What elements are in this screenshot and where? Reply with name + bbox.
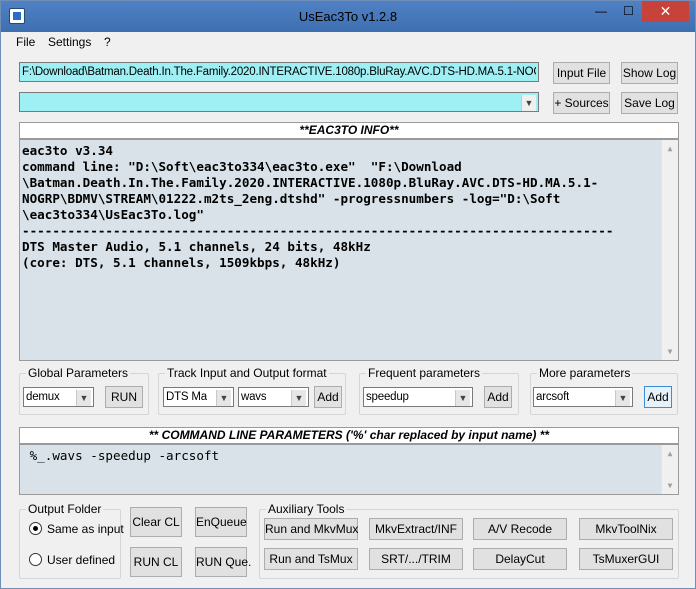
sources-field[interactable]: ▼ <box>19 92 539 112</box>
user-defined-label: User defined <box>47 553 116 567</box>
frequent-parameters-label: Frequent parameters <box>366 366 483 380</box>
info-output-text: eac3to v3.34 command line: "D:\Soft\eac3… <box>22 143 614 270</box>
global-parameters-value: demux <box>26 391 60 403</box>
user-defined-option[interactable]: User defined <box>29 552 119 568</box>
mkvtoolnix-button[interactable]: MkvToolNix <box>579 518 673 540</box>
user-defined-radio[interactable] <box>29 553 42 566</box>
add-sources-button[interactable]: + Sources <box>553 92 610 114</box>
scroll-up-icon[interactable]: ▲ <box>662 445 678 462</box>
menu-file[interactable]: File <box>16 35 35 49</box>
same-as-input-label: Same as input <box>47 522 124 536</box>
run-cl-button[interactable]: RUN CL <box>130 547 182 577</box>
menu-bar: File Settings ? <box>1 32 695 52</box>
more-parameters-value: arcsoft <box>536 391 570 403</box>
chevron-down-icon: ▼ <box>455 390 470 406</box>
maximize-button[interactable]: ☐ <box>615 1 642 22</box>
frequent-add-button[interactable]: Add <box>484 386 512 408</box>
input-file-field[interactable]: F:\Download\Batman.Death.In.The.Family.2… <box>19 62 539 82</box>
track-output-select[interactable]: wavs ▼ <box>238 387 309 407</box>
clear-cl-button[interactable]: Clear CL <box>130 507 182 537</box>
menu-help[interactable]: ? <box>104 35 111 49</box>
run-queue-button[interactable]: RUN Que. <box>195 547 251 577</box>
main-window: UsEac3To v1.2.8 — ☐ ✕ File Settings ? F:… <box>0 0 696 589</box>
track-io-label: Track Input and Output format <box>165 366 329 380</box>
info-panel-title: **EAC3TO INFO** <box>19 122 679 139</box>
more-add-button[interactable]: Add <box>644 386 672 408</box>
more-parameters-label: More parameters <box>537 366 633 380</box>
track-output-value: wavs <box>241 391 267 403</box>
show-log-button[interactable]: Show Log <box>621 62 678 84</box>
auxiliary-tools-label: Auxiliary Tools <box>266 502 347 516</box>
output-folder-label: Output Folder <box>26 502 104 516</box>
run-button[interactable]: RUN <box>105 386 143 408</box>
global-parameters-label: Global Parameters <box>26 366 131 380</box>
mkvextract-inf-button[interactable]: MkvExtract/INF <box>369 518 463 540</box>
chevron-down-icon: ▼ <box>291 390 306 406</box>
info-output-area[interactable]: eac3to v3.34 command line: "D:\Soft\eac3… <box>19 139 679 361</box>
tsmuxergui-button[interactable]: TsMuxerGUI <box>579 548 673 570</box>
global-parameters-select[interactable]: demux ▼ <box>23 387 94 407</box>
scroll-up-icon[interactable]: ▲ <box>662 140 678 157</box>
srt-trim-button[interactable]: SRT/.../TRIM <box>369 548 463 570</box>
cmdline-text: %_.wavs -speedup -arcsoft <box>22 448 220 463</box>
more-parameters-select[interactable]: arcsoft ▼ <box>533 387 633 407</box>
input-file-button[interactable]: Input File <box>553 62 610 84</box>
chevron-down-icon[interactable]: ▼ <box>521 95 536 111</box>
delaycut-button[interactable]: DelayCut <box>473 548 567 570</box>
close-button[interactable]: ✕ <box>642 1 689 22</box>
same-as-input-radio[interactable] <box>29 522 42 535</box>
track-add-button[interactable]: Add <box>314 386 342 408</box>
scroll-down-icon[interactable]: ▼ <box>662 343 678 360</box>
info-scrollbar[interactable]: ▲ ▼ <box>661 140 678 360</box>
av-recode-button[interactable]: A/V Recode <box>473 518 567 540</box>
track-input-select[interactable]: DTS Ma ▼ <box>163 387 234 407</box>
same-as-input-option[interactable]: Same as input <box>29 521 124 537</box>
run-and-mkvmux-button[interactable]: Run and MkvMux <box>264 518 358 540</box>
chevron-down-icon: ▼ <box>615 390 630 406</box>
output-folder-group: Output Folder <box>19 502 121 579</box>
input-file-path: F:\Download\Batman.Death.In.The.Family.2… <box>22 66 536 78</box>
run-and-tsmux-button[interactable]: Run and TsMux <box>264 548 358 570</box>
chevron-down-icon: ▼ <box>216 390 231 406</box>
title-bar: UsEac3To v1.2.8 — ☐ ✕ <box>1 1 695 32</box>
cmdline-panel-title: ** COMMAND LINE PARAMETERS ('%' char rep… <box>19 427 679 444</box>
cmdline-scrollbar[interactable]: ▲ ▼ <box>661 445 678 494</box>
menu-settings[interactable]: Settings <box>48 35 91 49</box>
cmdline-title-text: ** COMMAND LINE PARAMETERS ('%' char rep… <box>148 428 550 442</box>
chevron-down-icon: ▼ <box>76 390 91 406</box>
cmdline-input-area[interactable]: %_.wavs -speedup -arcsoft ▲ ▼ <box>19 444 679 495</box>
save-log-button[interactable]: Save Log <box>621 92 678 114</box>
scroll-down-icon[interactable]: ▼ <box>662 477 678 494</box>
frequent-parameters-value: speedup <box>366 391 409 403</box>
track-input-value: DTS Ma <box>166 391 207 403</box>
minimize-button[interactable]: — <box>587 1 615 22</box>
enqueue-button[interactable]: EnQueue <box>195 507 247 537</box>
frequent-parameters-select[interactable]: speedup ▼ <box>363 387 473 407</box>
